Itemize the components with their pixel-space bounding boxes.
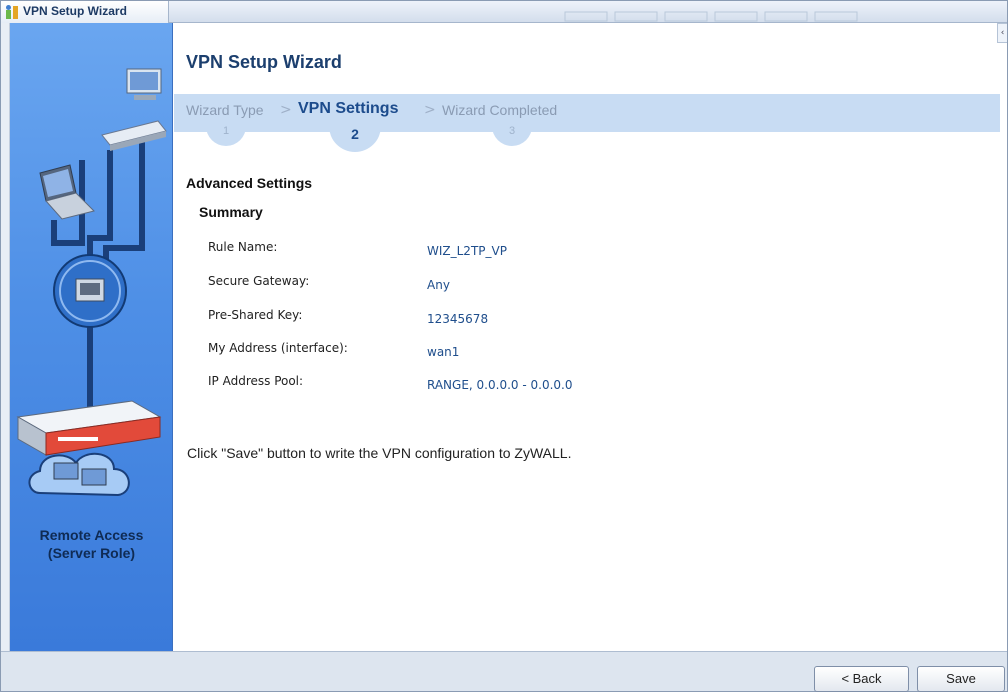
step-separator: >	[280, 102, 292, 118]
my-address-value: wan1	[427, 345, 460, 359]
collapse-panel-icon[interactable]: ‹	[997, 23, 1007, 43]
window-tab[interactable]: VPN Setup Wizard	[1, 1, 169, 23]
rule-name-value: WIZ_L2TP_VP	[427, 244, 507, 258]
title-decoration	[564, 11, 858, 22]
step-1-number: 1	[206, 122, 246, 146]
step-3-number: 3	[492, 122, 532, 146]
laptop-icon	[39, 164, 95, 220]
wizard-sidebar: Remote Access (Server Role)	[10, 23, 173, 651]
page-title: VPN Setup Wizard	[186, 52, 342, 72]
step-vpn-settings: VPN Settings	[298, 100, 399, 117]
step-separator: >	[424, 102, 436, 118]
ip-address-pool-value: RANGE, 0.0.0.0 - 0.0.0.0	[427, 378, 573, 392]
network-diagram-illustration	[16, 68, 167, 497]
rule-name-label: Rule Name:	[208, 240, 278, 254]
button-bar: < Back Save	[1, 651, 1007, 692]
wizard-content: VPN Setup Wizard 1 2 3 Wizard Type > VPN…	[174, 23, 1000, 651]
my-address-label: My Address (interface):	[208, 341, 348, 355]
monitor-icon	[126, 68, 162, 100]
wizard-steps: 1 2 3 Wizard Type > VPN Settings > Wizar…	[174, 94, 1000, 152]
switch-device-icon	[101, 120, 167, 151]
pre-shared-key-label: Pre-Shared Key:	[208, 308, 303, 322]
outer-strip	[1, 23, 10, 651]
save-button[interactable]: Save	[917, 666, 1005, 692]
ip-address-pool-label: IP Address Pool:	[208, 374, 304, 388]
ethernet-globe-icon	[53, 254, 127, 328]
secure-gateway-label: Secure Gateway:	[208, 274, 310, 288]
window-title: VPN Setup Wizard	[23, 4, 127, 18]
zywall-device-icon	[16, 400, 162, 456]
back-button[interactable]: < Back	[814, 666, 909, 692]
wizard-window: VPN Setup Wizard Remote Access (Server R…	[0, 0, 1008, 692]
step-2-number: 2	[329, 122, 381, 152]
title-bar: VPN Setup Wizard	[1, 1, 1007, 23]
pre-shared-key-value: 12345678	[427, 312, 489, 326]
step-wizard-type: Wizard Type	[186, 102, 264, 118]
role-caption-line1: Remote Access	[39, 527, 144, 543]
role-caption-line2: (Server Role)	[47, 545, 136, 561]
remote-cloud-icon	[28, 452, 130, 497]
advanced-settings-heading: Advanced Settings	[186, 175, 313, 191]
wizard-hat-icon	[6, 5, 18, 19]
secure-gateway-value: Any	[427, 278, 450, 292]
save-instruction-text: Click "Save" button to write the VPN con…	[187, 445, 572, 461]
step-wizard-completed: Wizard Completed	[442, 102, 558, 118]
summary-heading: Summary	[199, 204, 263, 220]
wizard-role-caption: Remote Access (Server Role)	[10, 526, 173, 562]
